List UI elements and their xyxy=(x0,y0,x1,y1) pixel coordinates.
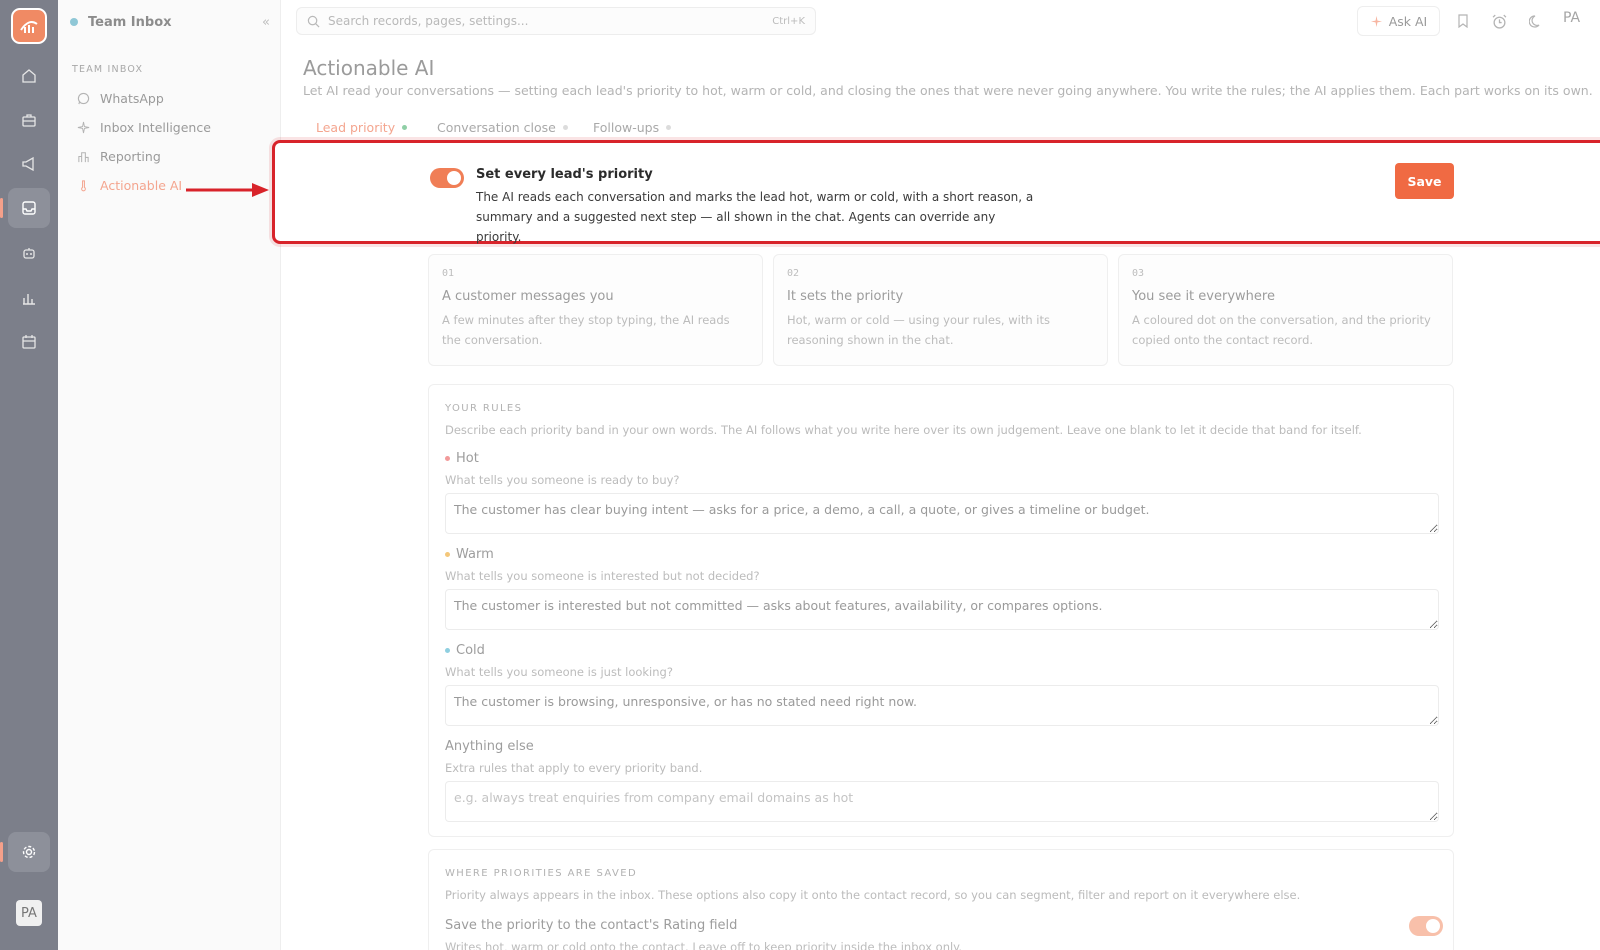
hot-rule-textarea[interactable]: The customer has clear buying intent — a… xyxy=(445,493,1439,534)
thermometer-icon xyxy=(76,178,90,192)
step-card: 03 You see it everywhere A coloured dot … xyxy=(1118,254,1453,366)
search-icon xyxy=(307,15,320,27)
step-description: A coloured dot on the conversation, and … xyxy=(1132,313,1431,347)
settings-icon[interactable] xyxy=(0,832,50,872)
sidebar-item-actionable-ai[interactable]: Actionable AI xyxy=(76,175,182,195)
rules-caption: YOUR RULES xyxy=(445,403,523,414)
workspace-name: Team Inbox xyxy=(88,14,172,30)
page-title: Actionable AI xyxy=(303,56,435,80)
extra-rules-label: Anything else xyxy=(445,739,534,754)
warm-band-label: Warm xyxy=(445,547,494,562)
robot-icon[interactable] xyxy=(8,234,50,274)
warm-rule-textarea[interactable]: The customer is interested but not commi… xyxy=(445,589,1439,630)
priority-setting-panel: Set every lead's priority The AI reads e… xyxy=(272,140,1600,244)
hot-band-hint: What tells you someone is ready to buy? xyxy=(445,473,680,487)
tab-lead-priority[interactable]: Lead priority xyxy=(316,120,408,135)
tab-status-dot-icon xyxy=(666,125,672,130)
briefcase-icon[interactable] xyxy=(8,100,50,140)
extra-rules-hint: Extra rules that apply to every priority… xyxy=(445,761,703,775)
ask-ai-button[interactable]: Ask AI xyxy=(1357,6,1440,36)
collapse-sidebar-icon[interactable]: « xyxy=(262,15,270,30)
sidebar-section-title: TEAM INBOX xyxy=(72,64,144,75)
sidebar-item-whatsapp[interactable]: WhatsApp xyxy=(76,88,164,108)
home-icon[interactable] xyxy=(8,56,50,96)
saved-caption: WHERE PRIORITIES ARE SAVED xyxy=(445,868,638,879)
sparkle-icon xyxy=(76,120,90,134)
search-placeholder: Search records, pages, settings... xyxy=(328,14,529,28)
bar-chart-icon xyxy=(76,149,90,163)
icon-rail: PA xyxy=(0,0,58,950)
sidebar: Team Inbox « TEAM INBOX WhatsApp Inbox I… xyxy=(58,0,281,950)
bookmark-icon[interactable] xyxy=(1454,12,1472,30)
ask-ai-label: Ask AI xyxy=(1388,13,1428,29)
step-number: 03 xyxy=(1132,268,1145,279)
rating-field-option-description: Writes hot, warm or cold onto the contac… xyxy=(445,940,963,950)
band-name: Warm xyxy=(456,547,494,562)
priority-setting-title: Set every lead's priority xyxy=(476,167,653,182)
status-dot-icon xyxy=(70,18,78,26)
hot-dot-icon xyxy=(445,456,450,461)
sidebar-item-label: Reporting xyxy=(100,148,161,164)
step-card: 01 A customer messages you A few minutes… xyxy=(428,254,763,366)
tab-conversation-close[interactable]: Conversation close xyxy=(437,120,568,135)
inbox-icon[interactable] xyxy=(0,188,50,228)
priority-setting-description: The AI reads each conversation and marks… xyxy=(476,190,1034,244)
step-card: 02 It sets the priority Hot, warm or col… xyxy=(773,254,1108,366)
saved-settings-card: WHERE PRIORITIES ARE SAVED Priority alwa… xyxy=(428,849,1454,950)
step-number: 01 xyxy=(442,268,455,279)
tab-label: Lead priority xyxy=(316,120,396,135)
app-logo-icon[interactable] xyxy=(11,8,47,44)
alarm-icon[interactable] xyxy=(1490,12,1508,30)
whatsapp-icon xyxy=(76,91,90,105)
cold-band-label: Cold xyxy=(445,643,485,658)
step-title: You see it everywhere xyxy=(1132,289,1275,304)
moon-icon[interactable] xyxy=(1527,12,1545,30)
calendar-icon[interactable] xyxy=(8,322,50,362)
user-initials[interactable]: PA xyxy=(1563,10,1580,26)
tab-status-dot-icon xyxy=(402,125,408,130)
workspace-header[interactable]: Team Inbox « xyxy=(70,12,270,32)
step-description: A few minutes after they stop typing, th… xyxy=(442,313,730,347)
step-title: It sets the priority xyxy=(787,289,904,304)
sidebar-item-label: Actionable AI xyxy=(100,177,183,193)
cold-rule-textarea[interactable]: The customer is browsing, unresponsive, … xyxy=(445,685,1439,726)
cold-band-hint: What tells you someone is just looking? xyxy=(445,665,673,679)
band-name: Cold xyxy=(456,643,485,658)
warm-band-hint: What tells you someone is interested but… xyxy=(445,569,760,583)
sidebar-item-label: Inbox Intelligence xyxy=(100,119,211,135)
saved-description: Priority always appears in the inbox. Th… xyxy=(445,888,1301,902)
tab-status-dot-icon xyxy=(562,125,568,130)
sparkle-icon xyxy=(1370,15,1382,27)
hot-band-label: Hot xyxy=(445,451,479,466)
search-input[interactable]: Search records, pages, settings... Ctrl+… xyxy=(296,7,816,35)
page-subtitle: Let AI read your conversations — setting… xyxy=(303,83,1593,98)
step-title: A customer messages you xyxy=(442,289,614,304)
sidebar-item-reporting[interactable]: Reporting xyxy=(76,146,161,166)
band-name: Hot xyxy=(456,451,479,466)
megaphone-icon[interactable] xyxy=(8,144,50,184)
user-avatar[interactable]: PA xyxy=(16,900,42,926)
warm-dot-icon xyxy=(445,552,450,557)
chart-icon[interactable] xyxy=(8,278,50,318)
cold-dot-icon xyxy=(445,648,450,653)
extra-rules-textarea[interactable] xyxy=(445,781,1439,822)
step-description: Hot, warm or cold — using your rules, wi… xyxy=(787,313,1050,347)
tab-follow-ups[interactable]: Follow-ups xyxy=(593,120,672,135)
rules-card: YOUR RULES Describe each priority band i… xyxy=(428,384,1454,837)
sidebar-item-label: WhatsApp xyxy=(100,90,164,106)
rules-description: Describe each priority band in your own … xyxy=(445,423,1362,437)
rating-field-toggle[interactable] xyxy=(1409,916,1443,936)
save-button[interactable]: Save xyxy=(1395,163,1454,199)
priority-toggle[interactable] xyxy=(430,168,464,188)
annotation-arrow-icon xyxy=(186,183,269,197)
search-shortcut: Ctrl+K xyxy=(772,15,805,27)
tab-label: Follow-ups xyxy=(593,120,660,135)
sidebar-item-inbox-intelligence[interactable]: Inbox Intelligence xyxy=(76,117,211,137)
tab-label: Conversation close xyxy=(437,120,556,135)
step-number: 02 xyxy=(787,268,800,279)
rating-field-option-title: Save the priority to the contact's Ratin… xyxy=(445,918,738,933)
